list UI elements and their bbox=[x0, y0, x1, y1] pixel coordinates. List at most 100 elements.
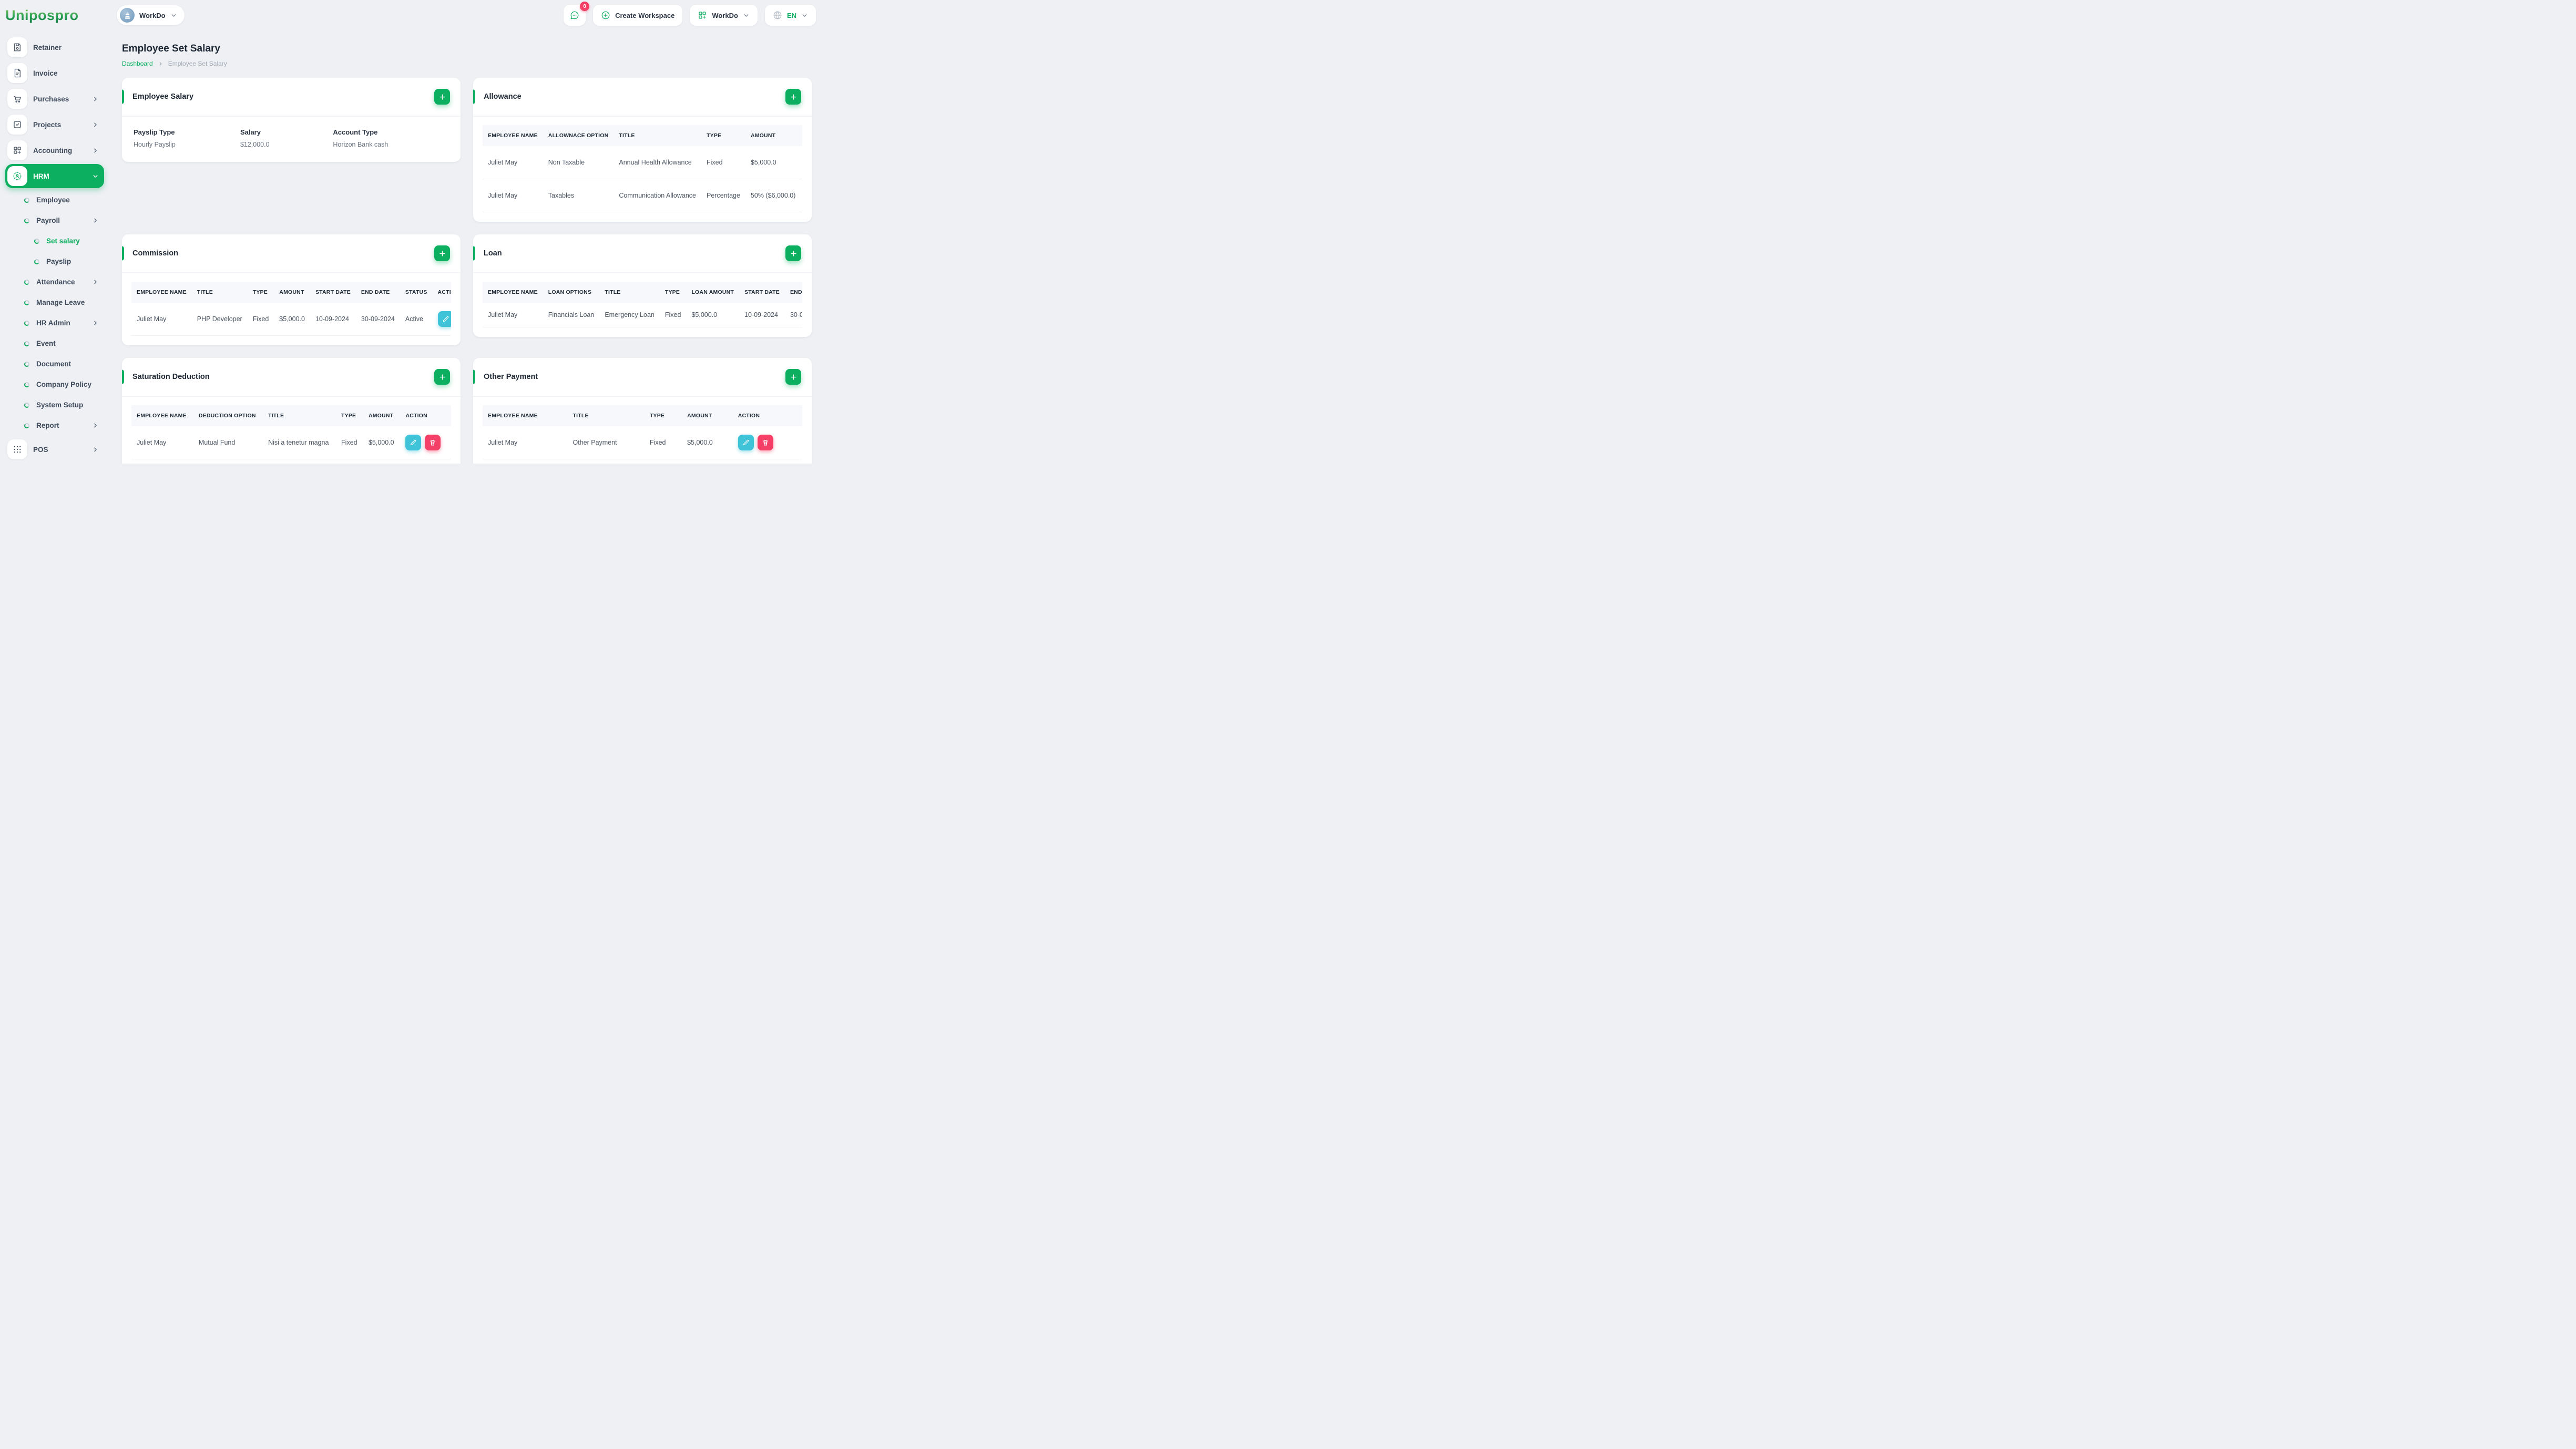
create-workspace-label: Create Workspace bbox=[615, 11, 675, 19]
sidebar-item-set-salary[interactable]: Set salary bbox=[5, 231, 104, 251]
delete-button[interactable] bbox=[757, 435, 773, 450]
sidebar-item-label: Manage Leave bbox=[36, 299, 85, 306]
column-header: ACTION bbox=[432, 282, 451, 303]
edit-button[interactable] bbox=[405, 435, 422, 450]
bullet-icon bbox=[34, 238, 39, 244]
cell: Active bbox=[400, 303, 433, 336]
sidebar-item-event[interactable]: Event bbox=[5, 333, 104, 354]
sidebar-item-manage-leave[interactable]: Manage Leave bbox=[5, 292, 104, 313]
cell: $5,000.0 bbox=[363, 426, 401, 459]
add-other-payment-button[interactable] bbox=[785, 369, 801, 385]
delete-button[interactable] bbox=[425, 435, 441, 450]
employee-salary-card: Employee Salary Payslip Type Hourly Paysl… bbox=[122, 78, 461, 162]
sidebar-item-payroll[interactable]: Payroll bbox=[5, 210, 104, 231]
cell: Juliet May bbox=[483, 179, 543, 212]
column-header: EMPLOYEE NAME bbox=[483, 282, 543, 303]
column-header: ALLOWNACE OPTION bbox=[543, 125, 614, 146]
sidebar-item-invoice[interactable]: Invoice bbox=[5, 61, 104, 85]
retainer-icon bbox=[7, 37, 27, 57]
workdo-menu-button[interactable]: WorkDo bbox=[690, 5, 758, 26]
sidebar-item-company-policy[interactable]: Company Policy bbox=[5, 374, 104, 395]
sidebar-item-retainer[interactable]: Retainer bbox=[5, 35, 104, 59]
sidebar-item-label: Set salary bbox=[46, 237, 80, 245]
actions-cell bbox=[432, 303, 451, 336]
sidebar-item-projects[interactable]: Projects bbox=[5, 112, 104, 137]
column-header: ACTION bbox=[732, 405, 802, 426]
add-saturation-deduction-button[interactable] bbox=[434, 369, 450, 385]
sidebar-item-report[interactable]: Report bbox=[5, 415, 104, 436]
sidebar-item-label: Report bbox=[36, 422, 59, 429]
edit-button[interactable] bbox=[738, 435, 754, 450]
column-header: EMPLOYEE NAME bbox=[483, 405, 568, 426]
column-header: TYPE bbox=[644, 405, 682, 426]
add-allowance-button[interactable] bbox=[785, 89, 801, 105]
sidebar-item-label: Purchases bbox=[33, 95, 69, 103]
chevron-right-icon bbox=[92, 279, 99, 285]
sidebar-item-attendance[interactable]: Attendance bbox=[5, 272, 104, 292]
column-header: DEDUCTION OPTION bbox=[193, 405, 263, 426]
sidebar-item-label: Payslip bbox=[46, 258, 71, 265]
sidebar-item-label: Attendance bbox=[36, 278, 75, 286]
cell: Communication Allowance bbox=[614, 179, 701, 212]
sidebar-item-system-setup[interactable]: System Setup bbox=[5, 395, 104, 415]
card-title: Allowance bbox=[484, 93, 522, 101]
card-header: Loan bbox=[473, 234, 812, 273]
sidebar-item-document[interactable]: Document bbox=[5, 354, 104, 374]
cell: Fixed bbox=[644, 426, 682, 459]
edit-button[interactable] bbox=[437, 311, 451, 327]
add-employee-salary-button[interactable] bbox=[434, 89, 450, 105]
globe-icon bbox=[773, 11, 782, 20]
cell: Financials Loan bbox=[543, 303, 600, 327]
column-header: AMOUNT bbox=[274, 282, 310, 303]
add-commission-button[interactable] bbox=[434, 245, 450, 261]
bullet-icon bbox=[34, 259, 39, 264]
cell: Juliet May bbox=[483, 146, 543, 179]
sidebar-item-label: Payroll bbox=[36, 217, 60, 224]
sidebar-item-label: HR Admin bbox=[36, 319, 70, 327]
column-header: LOAN OPTIONS bbox=[543, 282, 600, 303]
purchases-icon bbox=[7, 89, 27, 109]
sidebar-item-hrm[interactable]: HRM bbox=[5, 164, 104, 188]
bullet-icon bbox=[24, 382, 29, 387]
bullet-icon bbox=[24, 402, 29, 408]
breadcrumb-dashboard-link[interactable]: Dashboard bbox=[122, 60, 153, 67]
card-title: Loan bbox=[484, 249, 502, 258]
commission-card: Commission EMPLOYEE NAME TITLE TYPE AMOUNT S… bbox=[122, 234, 461, 345]
field-value: Horizon Bank cash bbox=[333, 141, 389, 148]
bullet-icon bbox=[24, 361, 29, 367]
sidebar-item-accounting[interactable]: Accounting bbox=[5, 138, 104, 162]
sidebar-item-label: Retainer bbox=[33, 43, 62, 52]
plus-circle-icon bbox=[601, 11, 610, 20]
create-workspace-button[interactable]: Create Workspace bbox=[593, 5, 683, 26]
card-header: Other Payment bbox=[473, 358, 812, 397]
cell: Nisi a tenetur magna bbox=[263, 426, 336, 459]
sidebar-item-label: POS bbox=[33, 445, 48, 454]
add-loan-button[interactable] bbox=[785, 245, 801, 261]
sidebar-item-payslip[interactable]: Payslip bbox=[5, 251, 104, 272]
workspace-switcher[interactable]: WorkDo bbox=[117, 5, 185, 25]
column-header: TYPE bbox=[659, 282, 687, 303]
messages-button[interactable]: 0 bbox=[564, 2, 590, 26]
column-header: EMPLOYEE NAME bbox=[131, 405, 193, 426]
main-content: Employee Set Salary Dashboard Employee S… bbox=[109, 30, 824, 464]
cell: 10-09-2024 bbox=[739, 303, 785, 327]
sidebar-item-employee[interactable]: Employee bbox=[5, 190, 104, 210]
chevron-right-icon bbox=[92, 320, 99, 326]
table-row: Juliet May Mutual Fund Nisi a tenetur magn… bbox=[131, 426, 451, 459]
sidebar-item-purchases[interactable]: Purchases bbox=[5, 87, 104, 111]
chevron-down-icon bbox=[170, 12, 177, 19]
pos-icon bbox=[7, 439, 27, 459]
sidebar-item-label: Projects bbox=[33, 120, 62, 129]
breadcrumb: Dashboard Employee Set Salary bbox=[122, 60, 812, 67]
data-table: EMPLOYEE NAME LOAN OPTIONS TITLE TYPE LOAN A… bbox=[483, 282, 802, 327]
projects-icon bbox=[7, 115, 27, 135]
sidebar-item-hr-admin[interactable]: HR Admin bbox=[5, 313, 104, 333]
chevron-right-icon bbox=[92, 147, 99, 154]
column-header: TITLE bbox=[263, 405, 336, 426]
language-selector[interactable]: EN bbox=[764, 5, 816, 26]
loan-card: Loan EMPLOYEE NAME LOAN OPTIONS TITLE TYPE L… bbox=[473, 234, 812, 337]
table-row: Juliet May Other Payment Fixed $5,000.0 bbox=[483, 426, 802, 459]
sidebar-item-crm[interactable]: CRM bbox=[5, 463, 104, 464]
saturation-deduction-table: EMPLOYEE NAME DEDUCTION OPTION TITLE TYPE AM… bbox=[131, 405, 451, 459]
sidebar-item-pos[interactable]: POS bbox=[5, 437, 104, 461]
